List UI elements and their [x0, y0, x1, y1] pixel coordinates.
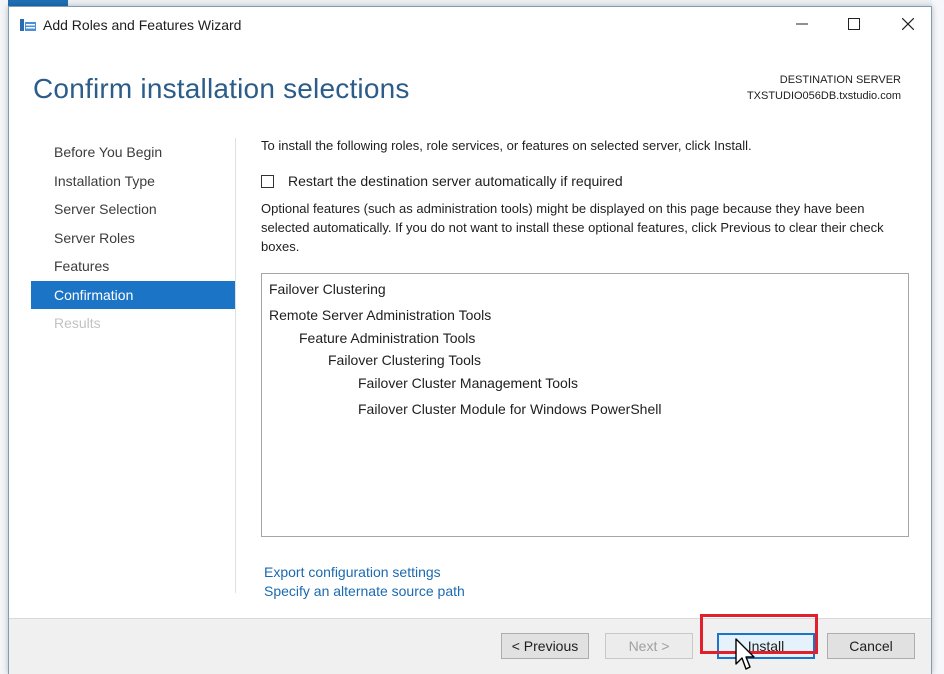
maximize-button[interactable] — [831, 7, 877, 41]
feature-item: Failover Cluster Management Tools — [358, 375, 578, 391]
title-bar[interactable]: Add Roles and Features Wizard — [9, 7, 931, 43]
background-window-right-edge — [932, 0, 944, 674]
window-title: Add Roles and Features Wizard — [43, 17, 242, 33]
nav-item-server-selection[interactable]: Server Selection — [31, 195, 235, 224]
background-window-left-edge — [0, 0, 8, 674]
restart-checkbox-label[interactable]: Restart the destination server automatic… — [288, 173, 623, 189]
wizard-window: Add Roles and Features Wizard Confirm in… — [8, 6, 932, 674]
nav-item-before-you-begin[interactable]: Before You Begin — [31, 138, 235, 167]
nav-divider — [235, 138, 236, 593]
feature-item: Failover Clustering Tools — [328, 352, 482, 368]
export-configuration-link[interactable]: Export configuration settings — [264, 564, 441, 580]
feature-item: Failover Cluster Module for Windows Powe… — [358, 401, 662, 417]
maximize-icon — [848, 18, 860, 30]
server-manager-icon — [20, 19, 36, 31]
close-icon — [902, 18, 914, 30]
close-button[interactable] — [885, 7, 931, 41]
destination-server-label: DESTINATION SERVER — [779, 74, 901, 86]
next-button: Next > — [605, 633, 693, 659]
restart-option[interactable]: Restart the destination server automatic… — [261, 173, 623, 189]
minimize-icon — [796, 23, 808, 25]
nav-item-server-roles[interactable]: Server Roles — [31, 224, 235, 253]
cancel-button[interactable]: Cancel — [827, 633, 915, 659]
install-button[interactable]: Install — [717, 633, 815, 659]
nav-item-confirmation[interactable]: Confirmation — [31, 280, 235, 309]
restart-checkbox[interactable] — [261, 174, 274, 188]
feature-item: Feature Administration Tools — [299, 330, 476, 346]
feature-list: Failover Clustering Remote Server Admini… — [261, 273, 909, 537]
nav-item-results: Results — [54, 315, 101, 331]
feature-item: Failover Clustering — [269, 281, 386, 297]
wizard-footer: < Previous Next > Install Cancel — [9, 618, 931, 674]
intro-text: To install the following roles, role ser… — [261, 138, 752, 153]
feature-item: Remote Server Administration Tools — [269, 307, 492, 323]
page-title: Confirm installation selections — [33, 73, 410, 104]
wizard-navigation: Before You Begin Installation Type Serve… — [31, 138, 235, 338]
confirmation-content: To install the following roles, role ser… — [261, 137, 913, 599]
optional-features-note: Optional features (such as administratio… — [261, 201, 884, 254]
minimize-button[interactable] — [779, 7, 825, 41]
alternate-source-path-link[interactable]: Specify an alternate source path — [264, 583, 465, 599]
destination-server-name: TXSTUDIO056DB.txstudio.com — [746, 90, 901, 102]
nav-item-features[interactable]: Features — [31, 252, 235, 281]
previous-button[interactable]: < Previous — [501, 633, 589, 659]
nav-item-installation-type[interactable]: Installation Type — [31, 167, 235, 196]
